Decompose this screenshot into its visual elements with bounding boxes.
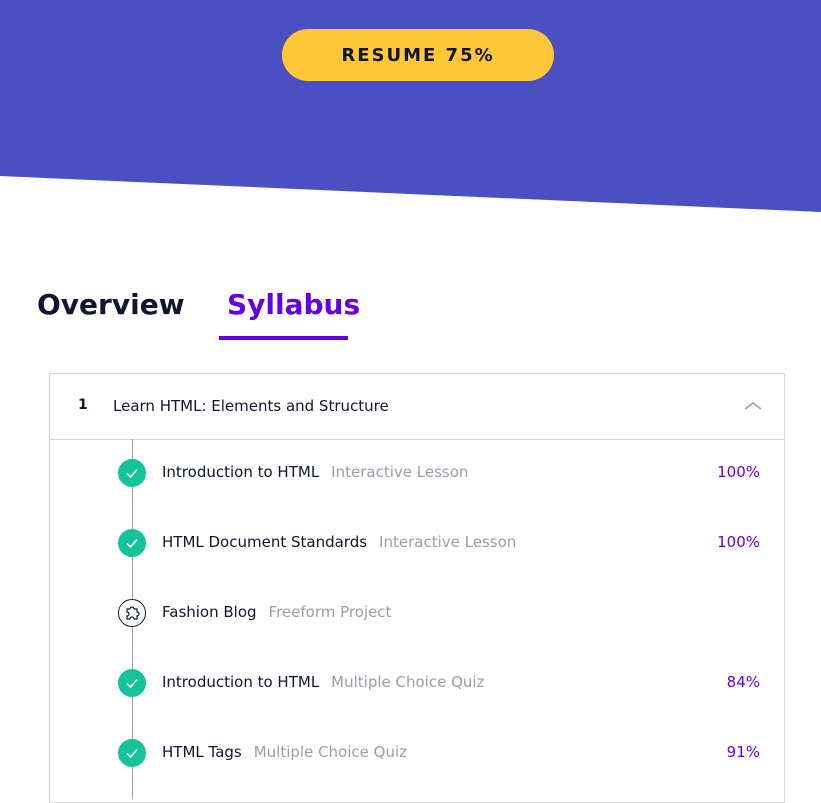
item-type: Multiple Choice Quiz [253,743,407,761]
item-type: Freeform Project [268,603,392,621]
item-title: Fashion Blog Freeform Project [162,603,392,621]
module-number: 1 [78,397,88,413]
item-title: Introduction to HTML Multiple Choice Quiz [162,673,485,691]
puzzle-piece-icon [118,599,146,627]
tab-syllabus[interactable]: Syllabus [227,288,360,321]
item-type: Multiple Choice Quiz [331,673,485,691]
item-title: HTML Document Standards Interactive Lesso… [162,533,517,551]
syllabus-item[interactable]: Introduction to HTML Interactive Lesson 1… [50,454,784,494]
syllabus-item[interactable]: HTML Tags Multiple Choice Quiz 91% [50,734,784,774]
checkmark-icon [118,669,146,697]
resume-button[interactable]: RESUME 75% [282,29,554,81]
item-type: Interactive Lesson [331,463,469,481]
item-percent: 91% [726,743,760,761]
item-percent: 100% [717,463,760,481]
chevron-up-icon[interactable] [744,398,762,412]
active-tab-indicator [219,336,348,340]
syllabus-item[interactable]: Introduction to HTML Multiple Choice Quiz… [50,664,784,704]
tab-bar: Overview Syllabus [0,280,821,344]
item-percent: 100% [717,533,760,551]
module-title: Learn HTML: Elements and Structure [113,397,389,415]
checkmark-icon [118,739,146,767]
item-title: Introduction to HTML Interactive Lesson [162,463,469,481]
syllabus-item[interactable]: HTML Document Standards Interactive Lesso… [50,524,784,564]
item-title: HTML Tags Multiple Choice Quiz [162,743,407,761]
module-panel: 1 Learn HTML: Elements and Structure Int… [49,373,785,803]
module-header[interactable]: 1 Learn HTML: Elements and Structure [50,374,784,440]
checkmark-icon [118,529,146,557]
tab-overview[interactable]: Overview [37,288,185,321]
item-percent: 84% [726,673,760,691]
item-type: Interactive Lesson [379,533,517,551]
syllabus-item[interactable]: Fashion Blog Freeform Project [50,594,784,634]
checkmark-icon [118,459,146,487]
